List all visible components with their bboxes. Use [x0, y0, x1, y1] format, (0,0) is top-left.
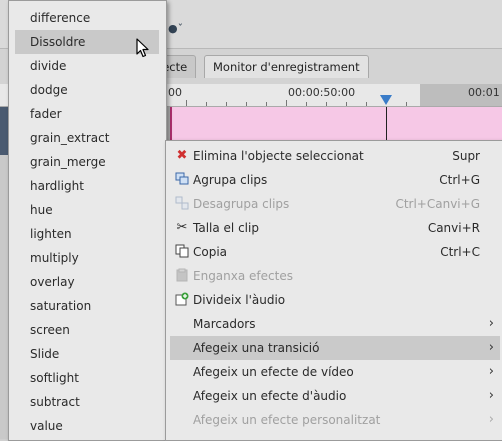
menu-item-label: Desagrupa clips	[193, 197, 290, 211]
menu-item-cut-clip[interactable]: ✂ Talla el clip Canvi+R	[170, 216, 500, 240]
menu-item-label: Afegeix un efecte personalitzat	[193, 413, 381, 427]
transition-item-slide[interactable]: Slide	[15, 342, 159, 366]
menu-item-shortcut: Ctrl+G	[439, 173, 480, 187]
menu-item-label: Agrupa clips	[193, 173, 268, 187]
group-icon	[174, 172, 190, 188]
transition-list-menu: difference Dissoldre divide dodge fader …	[8, 0, 167, 441]
transition-item-lighten[interactable]: lighten	[15, 222, 159, 246]
ruler-tick	[306, 102, 307, 106]
menu-item-label: Afegeix un efecte d'àudio	[193, 389, 347, 403]
menu-item-add-custom-effect[interactable]: Afegeix un efecte personalitzat ›	[170, 408, 500, 432]
timeline-context-menu: ✖ Elimina l'objecte seleccionat Supr Agr…	[165, 140, 502, 441]
timecode-label: 00:00:50:00	[288, 86, 356, 99]
menu-item-markers[interactable]: Marcadors ›	[170, 312, 500, 336]
playhead-marker[interactable]	[380, 95, 392, 105]
copy-icon	[174, 244, 190, 260]
menu-item-ungroup-clips[interactable]: Desagrupa clips Ctrl+Canvi+G	[170, 192, 500, 216]
menu-item-shortcut: Canvi+R	[427, 221, 480, 235]
ruler-tick	[326, 102, 327, 106]
ruler-tick	[366, 102, 367, 106]
menu-item-label: Afegeix una transició	[193, 341, 320, 355]
tab-record-monitor[interactable]: Monitor d'enregistrament	[204, 55, 369, 78]
menu-item-add-audio-effect[interactable]: Afegeix un efecte d'àudio ›	[170, 384, 500, 408]
timecode-label: 00	[168, 86, 182, 99]
chevron-right-icon: ›	[488, 388, 494, 403]
mouse-cursor-icon	[136, 38, 149, 58]
chevron-right-icon: ›	[488, 412, 494, 427]
menu-item-group-clips[interactable]: Agrupa clips Ctrl+G	[170, 168, 500, 192]
menu-item-label: Talla el clip	[193, 221, 259, 235]
menu-item-label: Divideix l'àudio	[193, 293, 286, 307]
ruler-tick	[266, 102, 267, 106]
menu-item-delete[interactable]: ✖ Elimina l'objecte seleccionat Supr	[170, 144, 500, 168]
transition-item-value[interactable]: value	[15, 414, 159, 438]
split-audio-icon	[174, 292, 190, 308]
menu-item-label: Elimina l'objecte seleccionat	[193, 149, 364, 163]
timecode-label: 00:01	[468, 86, 500, 99]
transition-item-screen[interactable]: screen	[15, 318, 159, 342]
chevron-right-icon: ›	[488, 340, 494, 355]
paste-icon	[174, 268, 190, 284]
menu-item-add-transition[interactable]: Afegeix una transició ›	[170, 336, 500, 360]
scissors-icon: ✂	[176, 220, 188, 235]
toolbar-dropdown-icon[interactable]: ●ˇ	[168, 22, 183, 35]
transition-item-hue[interactable]: hue	[15, 198, 159, 222]
menu-item-label: Enganxa efectes	[193, 269, 293, 283]
transition-item-overlay[interactable]: overlay	[15, 270, 159, 294]
transition-item-softlight[interactable]: softlight	[15, 366, 159, 390]
transition-item-subtract[interactable]: subtract	[15, 390, 159, 414]
ungroup-icon	[174, 196, 190, 212]
transition-item-grain-extract[interactable]: grain_extract	[15, 126, 159, 150]
transition-item-difference[interactable]: difference	[15, 6, 159, 30]
menu-item-paste-effects[interactable]: Enganxa efectes	[170, 264, 500, 288]
menu-item-add-video-effect[interactable]: Afegeix un efecte de vídeo ›	[170, 360, 500, 384]
transition-item-multiply[interactable]: multiply	[15, 246, 159, 270]
ruler-tick	[286, 100, 287, 106]
chevron-right-icon: ›	[488, 316, 494, 331]
transition-item-dodge[interactable]: dodge	[15, 78, 159, 102]
ruler-tick	[246, 102, 247, 106]
chevron-right-icon: ›	[488, 364, 494, 379]
menu-item-label: Copia	[193, 245, 228, 259]
delete-icon: ✖	[176, 148, 188, 163]
transition-item-grain-merge[interactable]: grain_merge	[15, 150, 159, 174]
menu-item-shortcut: Supr	[452, 149, 480, 163]
menu-item-split-audio[interactable]: Divideix l'àudio	[170, 288, 500, 312]
ruler-tick	[186, 100, 187, 106]
ruler-tick	[406, 102, 407, 106]
menu-item-shortcut: Ctrl+C	[440, 245, 480, 259]
menu-item-shortcut: Ctrl+Canvi+G	[395, 197, 480, 211]
ruler-tick	[206, 102, 207, 106]
transition-item-saturation[interactable]: saturation	[15, 294, 159, 318]
ruler-tick	[346, 102, 347, 106]
menu-item-label: Marcadors	[193, 317, 256, 331]
transition-item-fader[interactable]: fader	[15, 102, 159, 126]
ruler-tick	[226, 102, 227, 106]
transition-item-hardlight[interactable]: hardlight	[15, 174, 159, 198]
menu-item-copy[interactable]: Copia Ctrl+C	[170, 240, 500, 264]
menu-item-label: Afegeix un efecte de vídeo	[193, 365, 354, 379]
